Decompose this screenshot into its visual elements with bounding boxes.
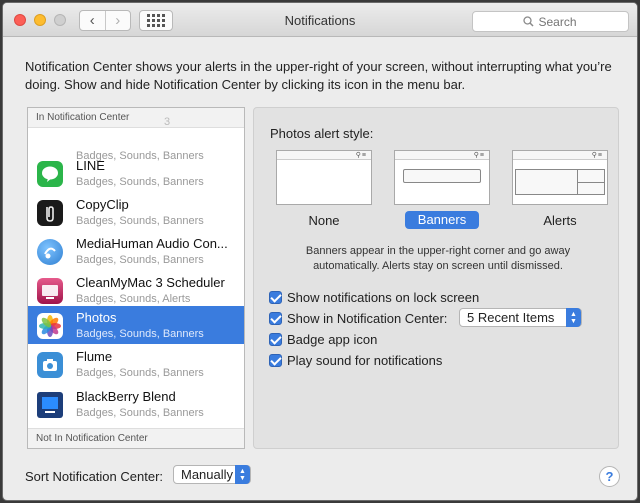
alert-style-description: Banners appear in the upper-right corner… <box>305 245 571 272</box>
play-sound-checkbox[interactable]: Play sound for notifications <box>269 352 442 368</box>
app-name: CleanMyMac 3 Scheduler <box>76 275 225 290</box>
app-detail: Badges, Sounds, Alerts <box>76 293 191 305</box>
alert-style-none[interactable]: ⚲≡ None <box>276 150 372 228</box>
photos-icon <box>37 313 63 339</box>
app-detail: Badges, Sounds, Banners <box>76 367 204 379</box>
sort-label: Sort Notification Center: <box>25 469 164 484</box>
badge-app-icon-checkbox[interactable]: Badge app icon <box>269 331 377 347</box>
copyclip-icon <box>37 200 63 226</box>
help-button[interactable]: ? <box>599 466 620 487</box>
style-label: None <box>308 213 340 228</box>
not-in-notification-center-header: Not In Notification Center <box>28 428 244 448</box>
preferences-window: ‹ › Notifications Notification Center sh… <box>2 2 638 501</box>
alert-shape <box>515 169 605 195</box>
app-item-flume[interactable]: Flume Badges, Sounds, Banners <box>28 345 244 384</box>
alert-style-banners[interactable]: ⚲≡ Banners <box>394 150 490 229</box>
app-name: Flume <box>76 349 113 364</box>
style-label: Alerts <box>543 213 577 228</box>
app-item-cleanmymac[interactable]: CleanMyMac 3 Scheduler Badges, Sounds, A… <box>28 271 244 310</box>
alert-style-alerts[interactable]: ⚲≡ Alerts <box>512 150 608 228</box>
checkmark-icon <box>269 290 282 304</box>
app-item-copyclip[interactable]: CopyClip Badges, Sounds, Banners <box>28 193 244 232</box>
banners-preview: ⚲≡ <box>394 150 490 205</box>
app-name: MediaHuman Audio Con... <box>76 236 228 251</box>
app-name: BlackBerry Blend <box>76 389 176 404</box>
app-item-photos[interactable]: Photos Badges, Sounds, Banners <box>28 306 244 344</box>
line-icon <box>37 161 63 187</box>
recent-items-popup[interactable]: 5 Recent Items ▲ ▼ <box>459 308 582 327</box>
mediahuman-icon <box>37 239 63 265</box>
search-input[interactable] <box>538 14 579 29</box>
search-field[interactable] <box>472 11 629 32</box>
app-detail: Badges, Sounds, Banners <box>76 215 204 227</box>
intro-text: Notification Center shows your alerts in… <box>25 59 612 92</box>
checkmark-icon <box>269 311 282 325</box>
sort-order-popup[interactable]: Manually ▲ ▼ <box>173 465 251 484</box>
app-detail: Badges, Sounds, Banners <box>76 407 204 419</box>
search-list-icon: ⚲≡ <box>473 152 485 159</box>
checkmark-icon <box>269 332 282 346</box>
app-detail: Badges, Sounds, Banners <box>76 328 204 340</box>
alert-style-label: Photos alert style: <box>270 126 374 141</box>
title-bar: ‹ › Notifications <box>3 3 637 37</box>
style-label: Banners <box>405 211 479 229</box>
updown-arrows-icon: ▲ ▼ <box>235 465 250 484</box>
cleanmymac-icon <box>37 278 63 304</box>
in-notification-center-header: In Notification Center <box>28 108 244 128</box>
search-icon <box>522 16 534 27</box>
app-item-blackberry[interactable]: BlackBerry Blend Badges, Sounds, Banners <box>28 385 244 424</box>
search-list-icon: ⚲≡ <box>591 152 603 159</box>
banner-shape <box>403 169 481 183</box>
app-item-line[interactable]: LINE Badges, Sounds, Banners <box>28 154 244 193</box>
checkmark-icon <box>269 353 282 367</box>
show-in-center-checkbox[interactable]: Show in Notification Center: <box>269 310 447 326</box>
app-list[interactable]: Badges, Sounds, Banners In Notification … <box>27 107 245 449</box>
app-detail: Badges, Sounds, Banners <box>76 176 204 188</box>
app-name: CopyClip <box>76 197 129 212</box>
partial-item-suffix: 3 <box>164 116 171 128</box>
app-name: LINE <box>76 158 105 173</box>
app-detail: Badges, Sounds, Banners <box>76 254 204 266</box>
app-name: Photos <box>76 310 117 325</box>
blackberry-icon <box>37 392 63 418</box>
updown-arrows-icon: ▲ ▼ <box>566 308 581 327</box>
lock-screen-checkbox[interactable]: Show notifications on lock screen <box>269 289 479 305</box>
app-settings-panel: Photos alert style: ⚲≡ None ⚲≡ Banners ⚲… <box>253 107 619 449</box>
app-item-mediahuman[interactable]: MediaHuman Audio Con... Badges, Sounds, … <box>28 232 244 271</box>
search-list-icon: ⚲≡ <box>355 152 367 159</box>
alerts-preview: ⚲≡ <box>512 150 608 205</box>
none-preview: ⚲≡ <box>276 150 372 205</box>
flume-icon <box>37 352 63 378</box>
